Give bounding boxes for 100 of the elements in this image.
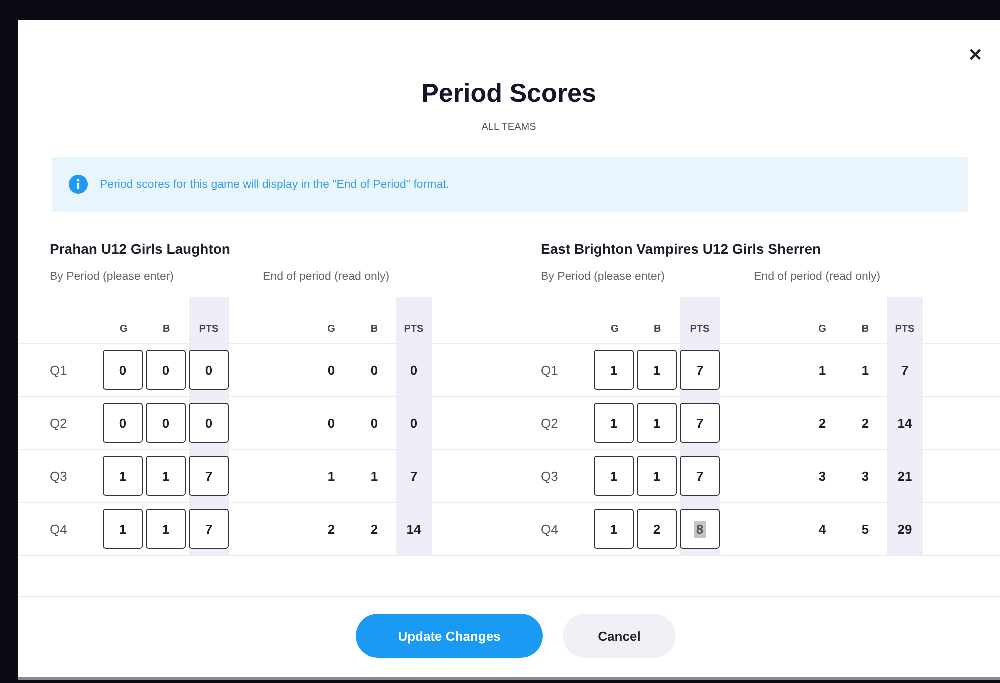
column-header: PTS [396, 297, 432, 343]
score-field[interactable]: 1 [637, 456, 677, 496]
score-field[interactable]: 0 [103, 350, 143, 390]
total-value: 0 [370, 362, 378, 378]
period-label: Q3 [540, 468, 560, 486]
score-value: 1 [609, 520, 619, 538]
score-field[interactable]: 1 [594, 456, 634, 496]
dialog-title: Period Scores [422, 78, 596, 108]
period-label: Q2 [540, 414, 560, 432]
column-header: PTS [680, 297, 720, 343]
info-text: Period scores for this game will display in the "End of Period" format. [100, 178, 450, 190]
score-field[interactable]: 1 [637, 403, 677, 443]
score-value: 1 [118, 468, 128, 484]
total-value: 14 [898, 416, 912, 430]
score-field[interactable]: 0 [103, 403, 143, 443]
score-value: 1 [609, 414, 619, 432]
score-value: 1 [609, 468, 619, 484]
section-label: By Period (please enter) [541, 270, 666, 284]
score-value: 1 [609, 362, 619, 378]
total-value: 14 [406, 522, 422, 536]
column-header: G [326, 323, 336, 337]
score-value: 7 [204, 520, 214, 538]
total-value: 1 [818, 362, 826, 378]
total-value: 3 [862, 468, 870, 484]
total-value: 1 [328, 468, 336, 484]
column-header: B [162, 323, 172, 337]
score-value: 0 [118, 362, 128, 378]
total-value: 0 [328, 362, 336, 378]
section-label: By Period (please enter) [50, 270, 176, 284]
score-value: 0 [161, 362, 171, 378]
score-field[interactable]: 7 [189, 456, 229, 496]
total-value: 0 [410, 362, 418, 378]
score-field[interactable]: 0 [189, 350, 229, 390]
score-field[interactable]: 1 [594, 350, 634, 390]
column-header: B [370, 323, 380, 337]
score-field[interactable]: 1 [146, 509, 186, 549]
score-value: 1 [652, 362, 662, 378]
score-field[interactable]: 1 [103, 509, 143, 549]
section-label: End of period (read only) [754, 270, 881, 284]
score-value: 0 [118, 414, 128, 432]
score-field[interactable]: 2 [637, 509, 677, 549]
score-value: 1 [118, 520, 128, 538]
score-value: 7 [695, 414, 705, 432]
column-header: G [818, 323, 828, 337]
team-name: Prahan U12 Girls Laughton [49, 240, 232, 258]
column-header: B [653, 323, 662, 337]
score-value: 1 [652, 468, 662, 484]
total-value: 0 [370, 416, 378, 430]
score-value: 7 [695, 362, 705, 378]
period-label: Q1 [49, 362, 68, 380]
score-value: 2 [652, 520, 662, 538]
period-label: Q4 [540, 520, 560, 538]
dialog-subtitle: ALL TEAMS [480, 122, 538, 134]
column-header: PTS [189, 297, 229, 343]
total-value: 4 [818, 522, 826, 536]
score-field[interactable]: 1 [594, 403, 634, 443]
score-field[interactable]: 1 [103, 456, 143, 496]
column-header: G [119, 323, 129, 337]
score-value: 7 [695, 468, 705, 484]
period-label: Q2 [49, 414, 68, 432]
total-value: 29 [898, 522, 912, 536]
score-field[interactable]: 1 [594, 509, 634, 549]
column-header: G [610, 323, 620, 337]
section-label: End of period (read only) [263, 270, 390, 284]
score-value: 1 [652, 414, 662, 432]
score-field[interactable]: 8 [680, 509, 720, 549]
score-value: 7 [204, 468, 214, 484]
total-value: 5 [862, 522, 870, 536]
period-label: Q1 [540, 362, 560, 380]
score-value: 0 [204, 362, 214, 378]
score-value: 1 [161, 468, 171, 484]
score-field[interactable]: 1 [637, 350, 677, 390]
column-header: PTS [887, 297, 923, 343]
period-label: Q4 [49, 520, 68, 538]
score-value: 1 [161, 520, 171, 538]
total-value: 1 [862, 362, 870, 378]
score-value: 8 [694, 520, 706, 538]
total-value: 2 [818, 416, 826, 430]
score-field[interactable]: 7 [189, 509, 229, 549]
score-field[interactable]: 0 [146, 403, 186, 443]
total-value: 7 [901, 362, 909, 378]
cancel-button[interactable]: Cancel [563, 614, 676, 658]
score-field[interactable]: 1 [146, 456, 186, 496]
score-value: 0 [161, 414, 171, 432]
close-button[interactable]: × [963, 40, 988, 70]
score-field[interactable]: 7 [680, 350, 720, 390]
period-label: Q3 [49, 468, 68, 486]
score-field[interactable]: 0 [146, 350, 186, 390]
score-field[interactable]: 7 [680, 403, 720, 443]
total-value: 7 [410, 468, 418, 484]
score-field[interactable]: 0 [189, 403, 229, 443]
total-value: 21 [898, 468, 912, 484]
total-value: 2 [862, 416, 870, 430]
score-value: 0 [204, 414, 214, 432]
total-value: 0 [328, 416, 336, 430]
column-header: B [860, 323, 870, 337]
total-value: 2 [370, 522, 378, 536]
total-value: 0 [410, 416, 418, 430]
score-field[interactable]: 7 [680, 456, 720, 496]
total-value: 2 [328, 522, 336, 536]
